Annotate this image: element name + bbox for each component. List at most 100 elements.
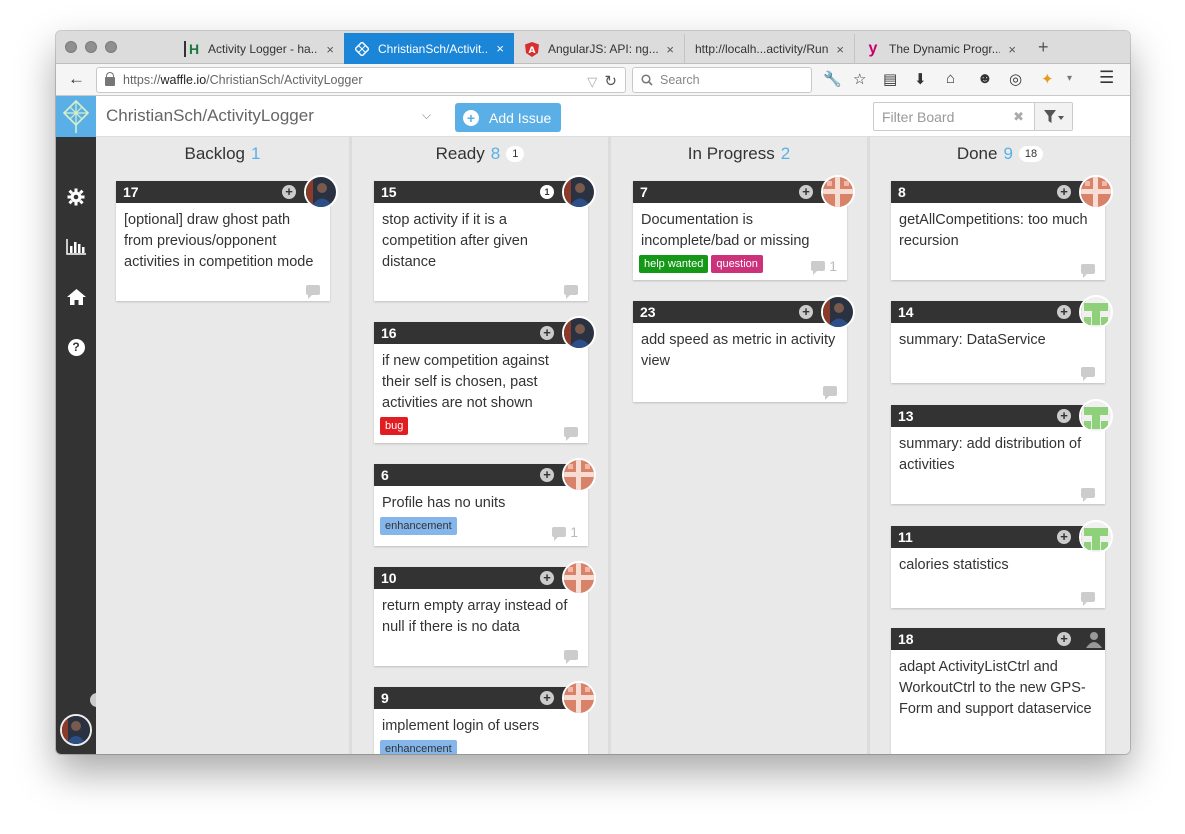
- assign-plus-icon[interactable]: +: [540, 691, 554, 705]
- issue-card-6[interactable]: 6 + Profile has no units enhancement 1: [374, 458, 596, 546]
- assignee-avatar[interactable]: [821, 175, 855, 209]
- comment-icon[interactable]: [564, 427, 578, 441]
- issue-card-16[interactable]: 16 + if new competition against their se…: [374, 316, 596, 443]
- search-input[interactable]: Search: [632, 67, 812, 93]
- issue-card-17[interactable]: 17 + [optional] draw ghost path from pre…: [116, 175, 338, 301]
- assign-plus-icon[interactable]: +: [1057, 632, 1071, 646]
- tab-activity-logger[interactable]: H Activity Logger - ha... ×: [174, 34, 344, 64]
- home-icon[interactable]: ⌂: [946, 70, 955, 87]
- tab-close-icon[interactable]: ×: [836, 42, 844, 57]
- label-enhancement[interactable]: enhancement: [380, 740, 457, 754]
- url-bar[interactable]: https://waffle.io/ChristianSch/ActivityL…: [96, 67, 626, 93]
- home-icon[interactable]: [66, 287, 86, 307]
- comment-icon[interactable]: 1: [811, 258, 837, 275]
- assign-plus-icon[interactable]: +: [1057, 409, 1071, 423]
- user-avatar[interactable]: [60, 714, 92, 746]
- add-issue-button[interactable]: + Add Issue: [455, 103, 561, 132]
- assign-plus-icon[interactable]: +: [282, 185, 296, 199]
- tab-angularjs[interactable]: A AngularJS: API: ng... ×: [514, 34, 684, 64]
- chevron-down-icon[interactable]: ⌵: [422, 108, 431, 123]
- dropdown-arrow-icon[interactable]: ▽: [587, 74, 597, 89]
- settings-gear-icon[interactable]: [66, 187, 86, 207]
- comment-icon[interactable]: [564, 285, 578, 299]
- smiley-icon[interactable]: ☻: [977, 70, 993, 87]
- assignee-avatar[interactable]: [562, 458, 596, 492]
- help-question-icon[interactable]: ?: [66, 337, 86, 357]
- assignee-avatar[interactable]: [1079, 295, 1113, 329]
- issue-card-7[interactable]: 7 + Documentation is incomplete/bad or m…: [633, 175, 855, 280]
- filter-funnel-button[interactable]: [1034, 103, 1072, 130]
- filter-board-input[interactable]: Filter Board ✖: [873, 102, 1073, 131]
- tab-localhost[interactable]: http://localh...activity/Run/ ×: [684, 34, 854, 64]
- tab-dynamic-programming[interactable]: y The Dynamic Progr... ×: [854, 34, 1026, 64]
- assignee-avatar[interactable]: [562, 175, 596, 209]
- unassigned-user-icon[interactable]: [1085, 630, 1103, 648]
- addon-icon[interactable]: ✦: [1041, 70, 1054, 88]
- add-issue-label: Add Issue: [489, 109, 552, 126]
- assignee-avatar[interactable]: [1079, 399, 1113, 433]
- assignee-avatar[interactable]: [1079, 175, 1113, 209]
- label-bug[interactable]: bug: [380, 417, 409, 435]
- issue-card-14[interactable]: 14 + summary: DataService: [891, 295, 1113, 383]
- reload-icon[interactable]: ↻: [604, 73, 617, 90]
- issue-card-10[interactable]: 10 + return empty array instead of null …: [374, 561, 596, 666]
- assignee-avatar[interactable]: [304, 175, 338, 209]
- issue-card-18[interactable]: 18 + adapt ActivityListCtrl and WorkoutC…: [891, 628, 1105, 754]
- issue-card-15[interactable]: 15 1 stop activity if it is a competitio…: [374, 175, 596, 301]
- assign-plus-icon[interactable]: +: [1057, 530, 1071, 544]
- label-enhancement[interactable]: enhancement: [380, 517, 457, 535]
- assign-plus-icon[interactable]: +: [799, 305, 813, 319]
- label-help-wanted[interactable]: help wanted: [639, 255, 709, 273]
- assignee-avatar[interactable]: [821, 295, 855, 329]
- comment-icon[interactable]: 1: [552, 524, 578, 541]
- download-icon[interactable]: ⬇: [914, 70, 927, 88]
- repo-name[interactable]: ChristianSch/ActivityLogger: [106, 106, 314, 126]
- assign-plus-icon[interactable]: +: [1057, 305, 1071, 319]
- issue-card-13[interactable]: 13 + summary: add distribution of activi…: [891, 399, 1113, 504]
- overflow-caret-icon[interactable]: ▾: [1067, 73, 1072, 84]
- label-question[interactable]: question: [711, 255, 763, 273]
- issue-card-8[interactable]: 8 + getAllCompetitions: too much recursi…: [891, 175, 1113, 280]
- extension-icon[interactable]: ◎: [1009, 70, 1022, 88]
- minimize-window-button[interactable]: [85, 41, 97, 53]
- comment-icon[interactable]: [1081, 367, 1095, 381]
- url-prefix: https://: [123, 73, 161, 87]
- assignee-avatar[interactable]: [562, 681, 596, 715]
- zoom-window-button[interactable]: [105, 41, 117, 53]
- label-list: bug: [374, 414, 588, 435]
- assign-plus-icon[interactable]: +: [540, 468, 554, 482]
- bookmark-star-icon[interactable]: ☆: [853, 70, 866, 88]
- assignee-avatar[interactable]: [562, 561, 596, 595]
- comment-icon[interactable]: [1081, 592, 1095, 606]
- assignee-avatar[interactable]: [1079, 520, 1113, 554]
- menu-hamburger-icon[interactable]: ☰: [1099, 68, 1114, 88]
- metrics-chart-icon[interactable]: [66, 237, 86, 257]
- assignee-avatar[interactable]: [562, 316, 596, 350]
- issue-card-23[interactable]: 23 + add speed as metric in activity vie…: [633, 295, 855, 402]
- tab-title: AngularJS: API: ng...: [548, 42, 659, 56]
- reading-list-icon[interactable]: ▤: [883, 70, 897, 88]
- issue-card-9[interactable]: 9 + implement login of users enhancement: [374, 681, 596, 754]
- tab-close-icon[interactable]: ×: [326, 42, 334, 57]
- back-arrow-icon[interactable]: ←: [68, 69, 85, 89]
- tab-waffle-board[interactable]: ChristianSch/Activit... ×: [344, 33, 514, 64]
- comment-icon[interactable]: [1081, 488, 1095, 502]
- comment-icon[interactable]: [564, 650, 578, 664]
- comment-icon[interactable]: [823, 386, 837, 400]
- assign-plus-icon[interactable]: +: [540, 571, 554, 585]
- tab-close-icon[interactable]: ×: [666, 42, 674, 57]
- assign-plus-icon[interactable]: +: [540, 326, 554, 340]
- new-tab-button[interactable]: +: [1038, 37, 1049, 58]
- assign-plus-icon[interactable]: +: [1057, 185, 1071, 199]
- tab-close-icon[interactable]: ×: [1008, 42, 1016, 57]
- waffle-logo-icon[interactable]: [56, 96, 96, 137]
- tab-close-icon[interactable]: ×: [496, 41, 504, 56]
- issue-card-11[interactable]: 11 + calories statistics: [891, 520, 1113, 608]
- close-window-button[interactable]: [65, 41, 77, 53]
- comment-icon[interactable]: [306, 285, 320, 299]
- column-pill: 18: [1018, 146, 1044, 162]
- comment-icon[interactable]: [1081, 264, 1095, 278]
- clear-filter-icon[interactable]: ✖: [1013, 109, 1024, 125]
- wrench-icon[interactable]: 🔧: [823, 70, 842, 88]
- assign-plus-icon[interactable]: +: [799, 185, 813, 199]
